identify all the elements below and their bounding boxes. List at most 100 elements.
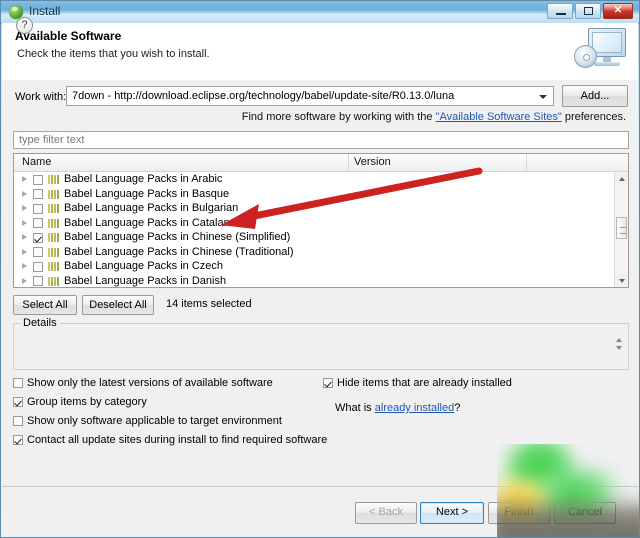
find-more-prefix: Find more software by working with the	[241, 111, 436, 123]
items-selected-status: 14 items selected	[166, 298, 252, 310]
row-label: Babel Language Packs in Chinese (Simplif…	[64, 231, 291, 243]
table-row[interactable]: Babel Language Packs in Catalan	[14, 216, 614, 231]
scrollbar-thumb[interactable]	[616, 217, 627, 239]
row-label: Babel Language Packs in Arabic	[64, 173, 223, 185]
work-with-label: Work with:	[15, 91, 67, 103]
available-software-sites-link[interactable]: "Available Software Sites"	[436, 111, 562, 123]
row-checkbox[interactable]	[33, 232, 43, 243]
table-row[interactable]: Babel Language Packs in Chinese (Simplif…	[14, 230, 614, 245]
page-subtitle: Check the items that you wish to install…	[17, 48, 210, 60]
feature-bars-icon	[48, 218, 59, 228]
table-row[interactable]: Babel Language Packs in Danish	[14, 274, 614, 288]
feature-bars-icon	[48, 247, 59, 257]
option-checkbox[interactable]	[13, 378, 23, 388]
software-tree[interactable]: Name Version Babel Language Packs in Ara…	[13, 153, 629, 288]
next-button[interactable]: Next >	[420, 502, 484, 524]
maximize-icon	[584, 7, 593, 15]
title-bar-glass	[1, 1, 639, 12]
dialog-content: Work with: 7down - http://download.eclip…	[2, 80, 638, 486]
feature-bars-icon	[48, 233, 59, 242]
help-icon[interactable]: ?	[16, 17, 33, 34]
row-checkbox[interactable]	[33, 276, 43, 286]
row-checkbox[interactable]	[33, 247, 43, 257]
column-header-version[interactable]: Version	[354, 156, 391, 168]
work-with-combo[interactable]: 7down - http://download.eclipse.org/tech…	[66, 86, 554, 106]
expand-triangle-icon[interactable]	[22, 190, 27, 197]
chevron-down-icon[interactable]	[539, 95, 547, 99]
select-all-button[interactable]: Select All	[13, 295, 77, 315]
disc-icon	[574, 45, 597, 68]
find-more-software-text: Find more software by working with the "…	[242, 111, 626, 123]
what-is-suffix: ?	[454, 402, 461, 414]
feature-bars-icon	[48, 276, 59, 286]
details-scroll-arrows[interactable]	[616, 338, 623, 352]
details-panel	[13, 323, 629, 370]
minimize-gloss	[548, 4, 572, 11]
option-label: Hide items that are already installed	[337, 377, 512, 389]
deselect-all-button[interactable]: Deselect All	[82, 295, 154, 315]
table-row[interactable]: Babel Language Packs in Basque	[14, 187, 614, 202]
monitor-screen	[592, 32, 622, 53]
finish-button[interactable]: Finish	[488, 502, 550, 524]
table-row[interactable]: Babel Language Packs in Chinese (Traditi…	[14, 245, 614, 260]
option-checkbox[interactable]	[13, 397, 23, 407]
option-label: Contact all update sites during install …	[27, 434, 328, 446]
monitor-base	[594, 62, 620, 66]
what-is-already-installed: What is already installed?	[335, 402, 460, 414]
option-checkbox[interactable]	[13, 435, 23, 445]
title-bar: Install ✕	[1, 1, 639, 24]
find-more-suffix: preferences.	[561, 111, 626, 123]
feature-bars-icon	[48, 204, 59, 213]
row-label: Babel Language Packs in Basque	[64, 187, 230, 200]
add-site-button[interactable]: Add...	[562, 85, 628, 107]
maximize-button[interactable]	[575, 3, 601, 19]
expand-triangle-icon[interactable]	[22, 234, 27, 240]
details-label: Details	[20, 317, 60, 329]
row-label: Babel Language Packs in Bulgarian	[64, 202, 239, 214]
filter-placeholder: type filter text	[19, 134, 85, 146]
expand-triangle-icon[interactable]	[22, 205, 27, 211]
scroll-up-arrow-icon[interactable]	[615, 172, 628, 185]
column-header-name[interactable]: Name	[22, 156, 51, 168]
column-divider-2[interactable]	[526, 154, 527, 171]
option-checkbox[interactable]	[323, 378, 333, 388]
row-checkbox[interactable]	[33, 218, 43, 228]
already-installed-link[interactable]: already installed	[375, 402, 455, 414]
row-checkbox[interactable]	[33, 189, 43, 199]
filter-input[interactable]: type filter text	[13, 131, 629, 149]
tree-header: Name Version	[14, 154, 628, 172]
what-is-prefix: What is	[335, 402, 375, 414]
row-label: Babel Language Packs in Chinese (Traditi…	[64, 245, 294, 258]
row-label: Babel Language Packs in Danish	[64, 274, 227, 287]
minimize-icon	[556, 13, 566, 15]
row-checkbox[interactable]	[33, 203, 43, 214]
table-row[interactable]: Babel Language Packs in Czech	[14, 259, 614, 274]
row-label: Babel Language Packs in Catalan	[64, 216, 230, 229]
row-checkbox[interactable]	[33, 261, 43, 272]
expand-triangle-icon[interactable]	[22, 176, 27, 182]
option-label: Show only software applicable to target …	[27, 415, 282, 427]
cancel-button[interactable]: Cancel	[554, 502, 616, 524]
install-dialog: Install ✕ Available Software Check the i…	[0, 0, 640, 538]
feature-bars-icon	[48, 262, 59, 271]
tree-rows: Babel Language Packs in Arabic Babel Lan…	[14, 172, 614, 287]
option-label: Show only the latest versions of availab…	[27, 377, 273, 389]
page-title: Available Software	[15, 29, 122, 43]
expand-triangle-icon[interactable]	[22, 277, 27, 284]
tree-vertical-scrollbar[interactable]	[614, 172, 628, 287]
table-row[interactable]: Babel Language Packs in Arabic	[14, 172, 614, 187]
expand-triangle-icon[interactable]	[22, 219, 27, 226]
row-checkbox[interactable]	[33, 174, 43, 185]
scroll-down-arrow-icon[interactable]	[615, 274, 628, 287]
minimize-button[interactable]	[547, 3, 573, 19]
option-checkbox[interactable]	[13, 416, 23, 426]
expand-triangle-icon[interactable]	[22, 248, 27, 255]
table-row[interactable]: Babel Language Packs in Bulgarian	[14, 201, 614, 216]
close-button[interactable]: ✕	[603, 3, 633, 19]
wizard-header: Available Software Check the items that …	[2, 23, 638, 81]
back-button[interactable]: < Back	[355, 502, 417, 524]
option-label: Group items by category	[27, 396, 147, 408]
column-divider-1[interactable]	[348, 154, 349, 171]
expand-triangle-icon[interactable]	[22, 263, 27, 269]
monitor-with-disc-icon	[574, 26, 628, 76]
